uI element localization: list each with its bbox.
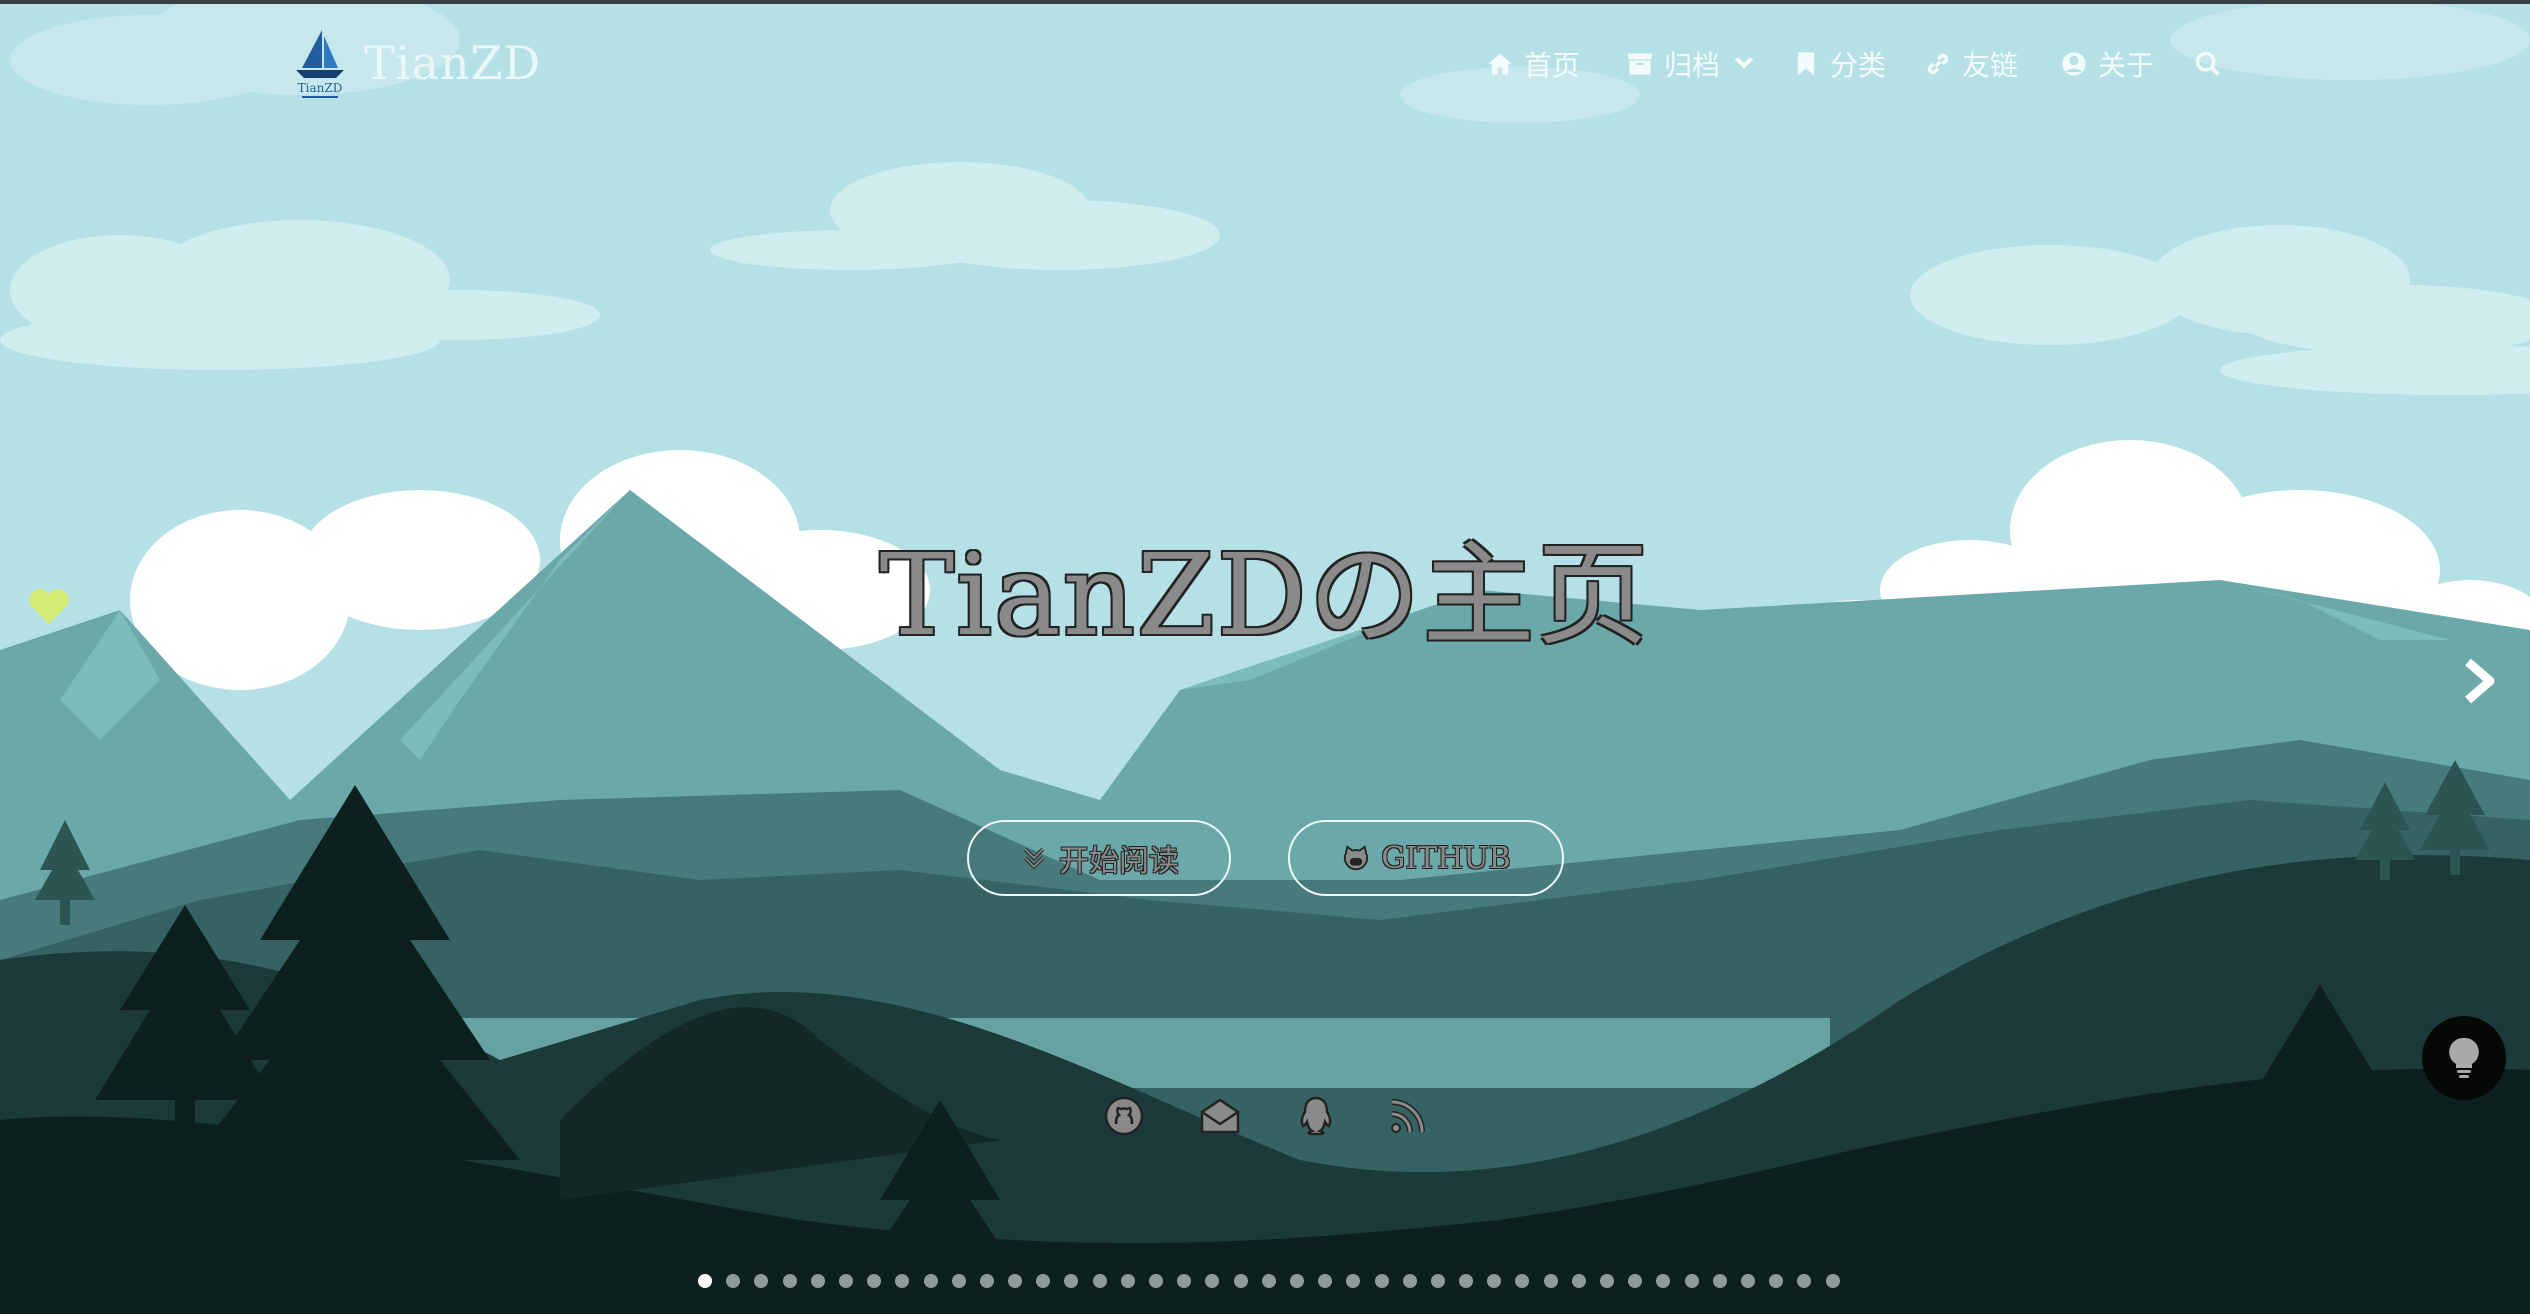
carousel-dot[interactable] xyxy=(1740,1274,1755,1288)
logo-text: TianZD xyxy=(298,81,343,95)
site-logo[interactable]: TianZD xyxy=(286,26,354,102)
nav-about-label: 关于 xyxy=(2098,49,2155,82)
carousel-dot[interactable] xyxy=(979,1274,994,1288)
carousel-dot[interactable] xyxy=(1289,1274,1304,1288)
carousel-dot[interactable] xyxy=(1459,1274,1474,1288)
nav-archive-label: 归档 xyxy=(1664,49,1721,82)
carousel-dot[interactable] xyxy=(1769,1274,1784,1288)
carousel-dot[interactable] xyxy=(1318,1274,1333,1288)
nav-item-category[interactable]: 分类 xyxy=(1792,44,1886,84)
carousel-dot[interactable] xyxy=(1008,1274,1023,1288)
sailboat-logo-icon: TianZD xyxy=(296,30,344,98)
carousel-dot[interactable] xyxy=(1092,1274,1107,1288)
carousel-pagination xyxy=(698,1274,1840,1288)
carousel-dot[interactable] xyxy=(1374,1274,1389,1288)
carousel-dot[interactable] xyxy=(782,1274,797,1288)
lightbulb-icon xyxy=(2449,1037,2479,1078)
start-reading-label: 开始阅读 xyxy=(1059,844,1179,879)
start-reading-button[interactable]: 开始阅读 xyxy=(967,820,1231,896)
carousel-dot[interactable] xyxy=(895,1274,910,1288)
nav-item-archive[interactable]: 归档 xyxy=(1626,44,1758,84)
carousel-dot[interactable] xyxy=(1600,1274,1614,1288)
nav-category-label: 分类 xyxy=(1830,49,1887,82)
carousel-dot[interactable] xyxy=(1712,1274,1727,1288)
carousel-dot[interactable] xyxy=(698,1274,712,1288)
carousel-dot[interactable] xyxy=(1515,1274,1530,1288)
nav-home-label: 首页 xyxy=(1524,49,1581,82)
carousel-dot[interactable] xyxy=(1571,1274,1586,1288)
github-icon xyxy=(1104,1096,1144,1136)
theme-toggle-button[interactable] xyxy=(2422,1016,2506,1100)
carousel-dot[interactable] xyxy=(923,1274,938,1288)
github-alt-icon xyxy=(1344,845,1369,871)
carousel-dot[interactable] xyxy=(1430,1274,1445,1288)
nav-item-about[interactable]: 关于 xyxy=(2060,44,2154,84)
bookmark-icon xyxy=(1797,52,1815,76)
carousel-dot[interactable] xyxy=(1120,1274,1135,1288)
mail-icon xyxy=(1200,1098,1240,1134)
github-label: GITHUB xyxy=(1381,840,1511,876)
nav-item-home[interactable]: 首页 xyxy=(1486,44,1580,84)
rss-icon xyxy=(1391,1099,1425,1133)
next-slide-button[interactable] xyxy=(2462,656,2498,706)
heart-icon xyxy=(29,589,69,624)
hero-title: TianZDの主页 xyxy=(879,531,1651,661)
carousel-dot[interactable] xyxy=(1036,1274,1051,1288)
heart-widget[interactable] xyxy=(26,586,72,626)
nav-search-button[interactable] xyxy=(2194,44,2222,84)
social-qq-link[interactable] xyxy=(1294,1094,1338,1138)
social-mail-link[interactable] xyxy=(1198,1094,1242,1138)
nav-links-label: 友链 xyxy=(1962,49,2019,82)
user-circle-icon xyxy=(2062,52,2086,76)
chevron-right-icon xyxy=(2465,658,2495,704)
archive-icon xyxy=(1628,53,1652,75)
carousel-dot[interactable] xyxy=(838,1274,853,1288)
carousel-dot[interactable] xyxy=(1543,1274,1558,1288)
carousel-dot[interactable] xyxy=(726,1274,741,1288)
carousel-dot[interactable] xyxy=(1205,1274,1220,1288)
github-button[interactable]: GITHUB xyxy=(1288,820,1564,896)
carousel-dot[interactable] xyxy=(951,1274,966,1288)
carousel-dot[interactable] xyxy=(1656,1274,1671,1288)
carousel-dot[interactable] xyxy=(1064,1274,1079,1288)
nav-item-links[interactable]: 友链 xyxy=(1924,44,2018,84)
carousel-dot[interactable] xyxy=(1628,1274,1643,1288)
carousel-dot[interactable] xyxy=(1825,1274,1840,1288)
carousel-dot[interactable] xyxy=(1177,1274,1192,1288)
carousel-dot[interactable] xyxy=(810,1274,825,1288)
double-chevron-down-icon xyxy=(1023,847,1045,870)
top-border xyxy=(0,0,2530,4)
social-rss-link[interactable] xyxy=(1386,1094,1430,1138)
carousel-dot[interactable] xyxy=(754,1274,769,1288)
carousel-dot[interactable] xyxy=(1797,1274,1812,1288)
qq-icon xyxy=(1300,1096,1332,1136)
home-icon xyxy=(1488,53,1512,75)
carousel-dot[interactable] xyxy=(1346,1274,1361,1288)
carousel-dot[interactable] xyxy=(867,1274,882,1288)
link-icon xyxy=(1927,53,1949,75)
carousel-dot[interactable] xyxy=(1261,1274,1276,1288)
carousel-dot[interactable] xyxy=(1402,1274,1417,1288)
site-brand[interactable]: TianZD xyxy=(364,36,541,90)
carousel-dot[interactable] xyxy=(1487,1274,1502,1288)
social-github-link[interactable] xyxy=(1102,1094,1146,1138)
carousel-dot[interactable] xyxy=(1149,1274,1163,1288)
carousel-dot[interactable] xyxy=(1684,1274,1699,1288)
search-icon xyxy=(2195,51,2220,76)
chevron-down-icon xyxy=(1734,57,1754,69)
carousel-dot[interactable] xyxy=(1233,1274,1248,1288)
